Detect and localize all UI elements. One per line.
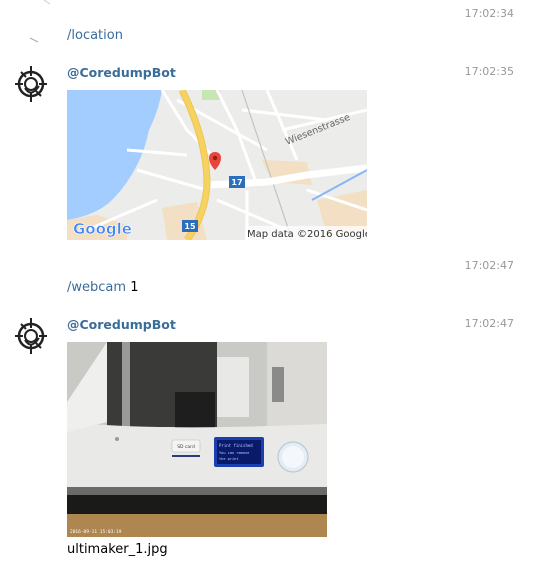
webcam-photo[interactable]: SD card Print finished You can remove th… (67, 342, 327, 537)
command-args: 1 (130, 280, 139, 295)
message-timestamp: 17:02:47 (464, 259, 514, 272)
message-timestamp: 17:02:34 (464, 7, 514, 20)
command-link[interactable]: /webcam (67, 280, 126, 295)
photo-timestamp-overlay: 2016-09-11 15:03:19 (70, 529, 122, 535)
message-location-command: 17:02:34 /location (0, 0, 547, 50)
user-avatar[interactable] (28, 0, 58, 46)
message-bot-webcam: @CoredumpBot 17:02:47 (0, 312, 547, 354)
message-text: /location (67, 28, 123, 43)
screen-line-2: You can remove (219, 451, 249, 455)
map-image[interactable]: 17 15 Wiesenstrasse Google Map data ©201… (67, 90, 367, 240)
command-link[interactable]: /location (67, 28, 123, 43)
message-webcam-command: 17:02:47 /webcam 1 (0, 255, 547, 305)
map-graphic: 17 15 Wiesenstrasse Google Map data ©201… (67, 90, 367, 240)
bot-avatar[interactable] (13, 316, 49, 356)
bot-avatar[interactable] (13, 64, 49, 104)
map-attribution: Map data ©2016 Google (247, 229, 367, 240)
screen-line-1: Print finished (219, 443, 253, 448)
message-timestamp: 17:02:35 (464, 65, 514, 78)
route-15-label: 15 (184, 222, 196, 231)
google-logo: Google (73, 220, 132, 238)
route-17-label: 17 (231, 178, 242, 187)
sender-name[interactable]: @CoredumpBot (67, 317, 176, 332)
photo-filename[interactable]: ultimaker_1.jpg (67, 542, 168, 557)
message-text: /webcam 1 (67, 280, 138, 295)
screen-line-3: the print (219, 457, 238, 461)
panel-label: SD card (177, 444, 195, 450)
message-timestamp: 17:02:47 (464, 317, 514, 330)
sender-name[interactable]: @CoredumpBot (67, 65, 176, 80)
photo-graphic: SD card Print finished You can remove th… (67, 342, 327, 537)
